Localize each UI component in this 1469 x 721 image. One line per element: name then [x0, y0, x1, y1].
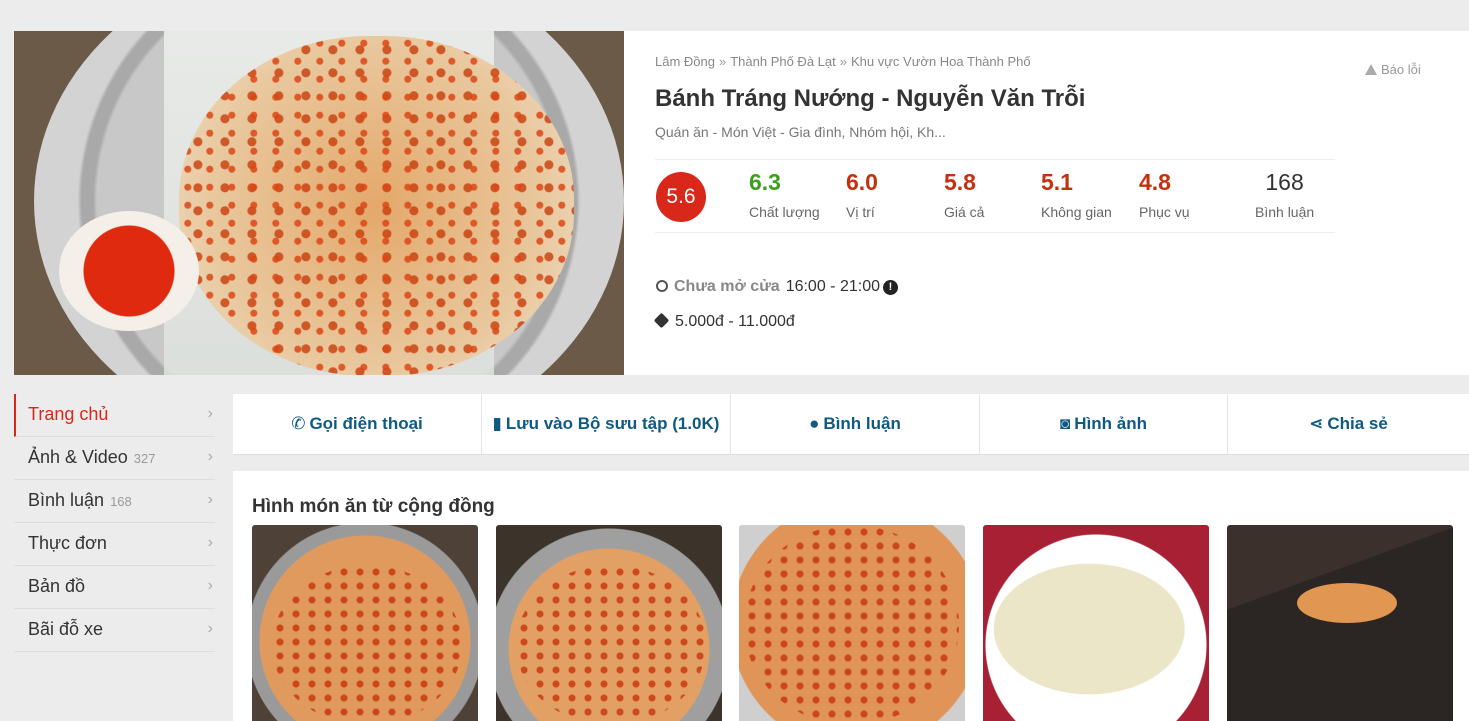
sidebar-item-parking[interactable]: Bãi đỗ xe › — [14, 609, 215, 652]
chevron-right-icon: › — [207, 620, 213, 637]
chevron-right-icon: › — [207, 448, 213, 465]
metric-service: 4.8 Phục vụ — [1139, 169, 1190, 220]
topping-pattern — [272, 565, 462, 721]
page-title: Bánh Tráng Nướng - Nguyễn Văn Trỗi — [655, 85, 1086, 112]
metric-price: 5.8 Giá cả — [944, 169, 985, 220]
divider — [655, 232, 1335, 233]
restaurant-header: Lâm Đồng» Thành Phố Đà Lạt» Khu vực Vườn H… — [14, 31, 1469, 375]
sidebar-item-photos-videos[interactable]: Ảnh & Video 327 › — [14, 437, 215, 480]
breadcrumb-item-province[interactable]: Lâm Đồng — [655, 54, 715, 69]
chevron-right-icon: › — [207, 491, 213, 508]
review-count: 168 — [110, 494, 132, 509]
sidebar-item-reviews[interactable]: Bình luận 168 › — [14, 480, 215, 523]
share-icon: ⋖ — [1309, 414, 1324, 433]
category-list: Quán ăn - Món Việt - Gia đình, Nhóm hội,… — [655, 124, 946, 140]
chevron-right-icon: › — [207, 405, 213, 422]
section-title: Hình món ăn từ cộng đồng — [252, 496, 495, 517]
metric-comments[interactable]: 168 Bình luận — [1255, 169, 1314, 220]
opening-hours: Chưa mở cửa 16:00 - 21:00! — [656, 278, 898, 296]
bookmark-icon: ▮ — [492, 414, 502, 433]
community-photo[interactable] — [983, 525, 1209, 721]
phone-icon: ✆ — [291, 414, 306, 433]
community-photo[interactable] — [496, 525, 722, 721]
overall-score-badge: 5.6 — [656, 172, 706, 222]
hours-range: 16:00 - 21:00 — [785, 278, 880, 295]
sidebar-item-map[interactable]: Bản đồ › — [14, 566, 215, 609]
photo-count: 327 — [133, 451, 156, 466]
sidebar-item-home[interactable]: Trang chủ › — [14, 394, 215, 437]
community-photos-section: Hình món ăn từ cộng đồng — [233, 471, 1469, 721]
topping-pattern — [516, 565, 706, 721]
breadcrumb-item-city[interactable]: Thành Phố Đà Lạt — [730, 54, 836, 69]
camera-icon: ◙ — [1060, 414, 1071, 433]
info-icon[interactable]: ! — [882, 280, 898, 295]
breadcrumb-item-area[interactable]: Khu vực Vườn Hoa Thành Phố — [851, 54, 1031, 69]
hero-image[interactable] — [14, 31, 624, 375]
call-button[interactable]: ✆ Gọi điện thoại — [233, 394, 482, 455]
community-photo[interactable] — [1227, 525, 1453, 721]
action-bar: ✆ Gọi điện thoại ▮ Lưu vào Bộ sưu tập (1.0… — [233, 394, 1469, 455]
comment-icon: ● — [809, 414, 820, 433]
metric-quality: 6.3 Chất lượng — [749, 169, 820, 220]
chevron-right-icon: › — [207, 577, 213, 594]
community-photo[interactable] — [739, 525, 965, 721]
chevron-right-icon: › — [207, 534, 213, 551]
clock-icon — [656, 280, 668, 292]
price-range: 5.000đ - 11.000đ — [653, 312, 795, 331]
breadcrumb: Lâm Đồng» Thành Phố Đà Lạt» Khu vực Vườn H… — [655, 54, 1031, 69]
share-button[interactable]: ⋖ Chia sẻ — [1228, 394, 1469, 455]
save-to-collection-button[interactable]: ▮ Lưu vào Bộ sưu tập (1.0K) — [482, 394, 731, 455]
sidebar-item-menu[interactable]: Thực đơn › — [14, 523, 215, 566]
warning-icon — [1365, 64, 1377, 75]
price-tag-icon — [653, 312, 670, 329]
banh-trang-shape — [179, 36, 574, 375]
community-photo[interactable] — [252, 525, 478, 721]
restaurant-info: Lâm Đồng» Thành Phố Đà Lạt» Khu vực Vườn H… — [653, 31, 1455, 375]
metric-space: 5.1 Không gian — [1041, 169, 1112, 220]
sauce-bowl-shape — [59, 211, 199, 331]
sidebar-nav: Trang chủ › Ảnh & Video 327 › Bình luận 16… — [14, 394, 215, 652]
metric-location: 6.0 Vị trí — [846, 169, 878, 220]
divider — [655, 159, 1335, 160]
report-error-link[interactable]: Báo lỗi — [1365, 62, 1421, 77]
comment-button[interactable]: ● Bình luận — [731, 394, 980, 455]
photos-button[interactable]: ◙ Hình ảnh — [980, 394, 1228, 455]
open-status: Chưa mở cửa — [674, 278, 780, 295]
topping-pattern — [744, 525, 959, 721]
